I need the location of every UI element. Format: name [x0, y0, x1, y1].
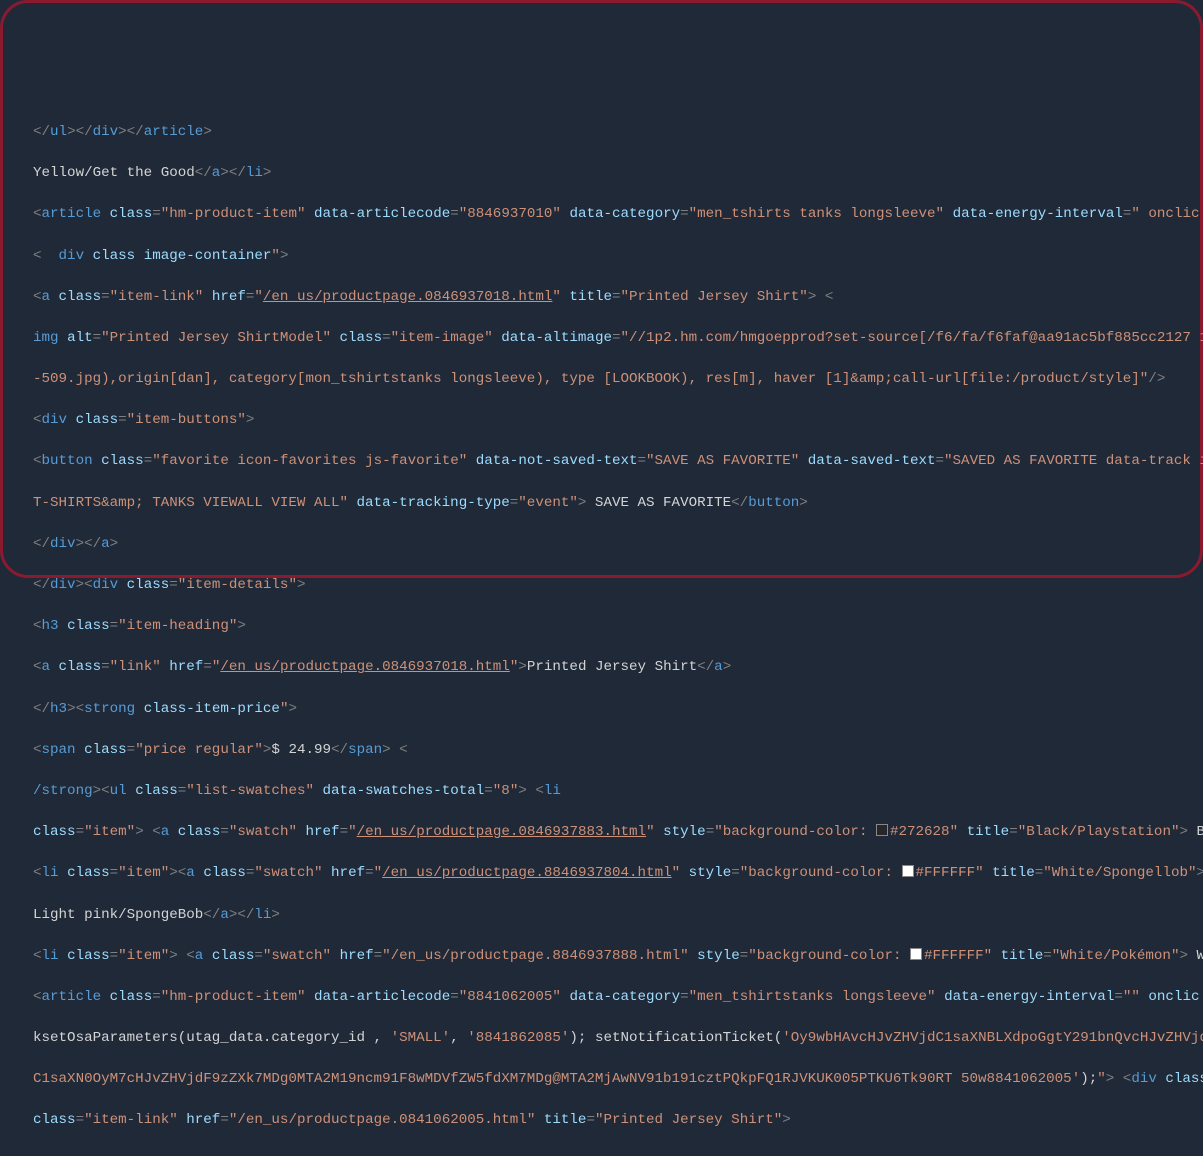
code-line: img alt="Printed Jersey ShirtModel" clas…	[33, 328, 1200, 349]
code-line: Light pink/SpongeBob</a></li>	[33, 905, 1200, 926]
hex-value: #272628	[890, 824, 950, 840]
swatch-icon	[876, 824, 888, 836]
code-line: -509.jpg),origin[dan], category[mon_tshi…	[33, 369, 1200, 390]
code-line: <div class="item-buttons">	[33, 410, 1200, 431]
code-line: class="item-link" href="/en_us/productpa…	[33, 1110, 1200, 1131]
code-line: <a class="link" href="/en_us/productpage…	[33, 657, 1200, 678]
code-line: <a class="item-link" href="/en_us/produc…	[33, 287, 1200, 308]
code-line: <article class="hm-product-item" data-ar…	[33, 987, 1200, 1008]
code-line: <button class="favorite icon-favorites j…	[33, 451, 1200, 472]
url-text: /en_us/productpage.8846937804.html	[382, 865, 671, 881]
code-line: <	[33, 1152, 1200, 1156]
code-line: </div></a>	[33, 534, 1200, 555]
swatch-icon	[902, 865, 914, 877]
hex-value: #FFFFFF	[916, 865, 976, 881]
url-text: /en_us/productpage.0846937018.html	[263, 289, 552, 305]
code-line: </h3><strong class-item-price">	[33, 699, 1200, 720]
code-line: <li class="item"><a class="swatch" href=…	[33, 863, 1200, 884]
code-line: <article class="hm-product-item" data-ar…	[33, 204, 1200, 225]
url-text: /en_us/productpage.0846937883.html	[357, 824, 646, 840]
code-line: <li class="item"> <a class="swatch" href…	[33, 946, 1200, 967]
code-line: </div><div class="item-details">	[33, 575, 1200, 596]
code-line: < div class image-container">	[33, 246, 1200, 267]
code-line: <span class="price regular">$ 24.99</spa…	[33, 740, 1200, 761]
code-line: ksetOsaParameters(utag_data.category_id …	[33, 1028, 1200, 1049]
hex-value: #FFFFFF	[924, 948, 984, 964]
code-line: class="item"> <a class="swatch" href="/e…	[33, 822, 1200, 843]
code-line: <h3 class="item-heading">	[33, 616, 1200, 637]
code-line: </ul></div></article>	[33, 122, 1200, 143]
code-line: T-SHIRTS&amp; TANKS VIEWALL VIEW ALL" da…	[33, 493, 1200, 514]
url-text: /en_us/productpage.0846937018.html	[220, 659, 509, 675]
code-line: Yellow/Get the Good</a></li>	[33, 163, 1200, 184]
code-block[interactable]: </ul></div></article> Yellow/Get the Goo…	[33, 101, 1200, 1156]
code-line: C1saXN0OyM7cHJvZHVjdF9zZXk7MDg0MTA2M19nc…	[33, 1069, 1200, 1090]
swatch-icon	[910, 948, 922, 960]
code-line: /strong><ul class="list-swatches" data-s…	[33, 781, 1200, 802]
